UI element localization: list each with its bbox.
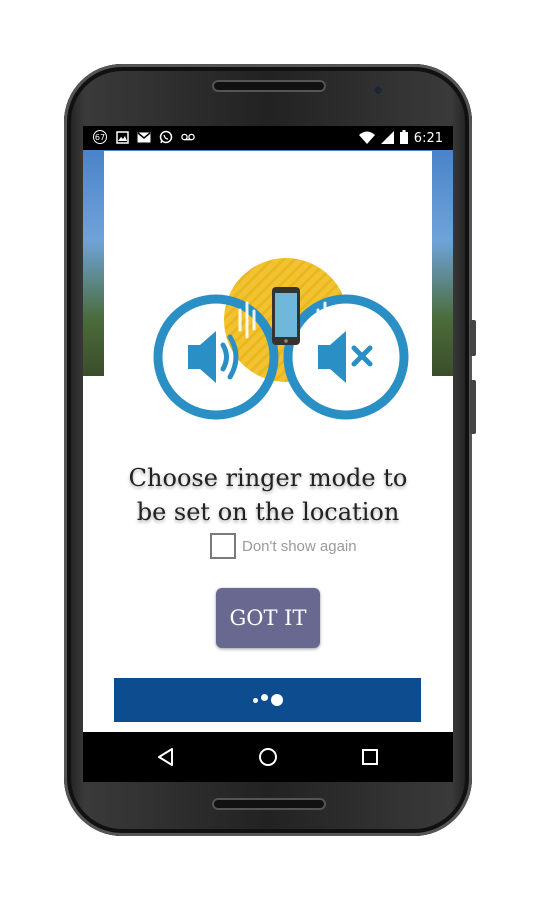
- battery-icon: [399, 130, 408, 147]
- loading-dot-large: [270, 694, 283, 706]
- ringer-mode-dialog: Choose ringer mode to be set on the loca…: [104, 151, 432, 732]
- wifi-icon: [358, 131, 375, 147]
- loading-bar: [114, 678, 421, 722]
- home-icon[interactable]: [257, 746, 279, 768]
- screen: 67 6:21 Choose ringer mode to be set on …: [83, 126, 453, 782]
- ringer-illustration: [153, 258, 409, 420]
- dialog-title-line-1: Choose ringer mode to: [128, 464, 408, 492]
- front-camera: [372, 84, 384, 96]
- status-time: 6:21: [413, 131, 443, 146]
- volume-button: [470, 320, 476, 356]
- back-icon[interactable]: [155, 746, 177, 768]
- whatsapp-icon: [159, 130, 173, 144]
- bottom-speaker: [212, 798, 326, 810]
- loading-dot-medium: [260, 693, 268, 701]
- dont-show-again-checkbox[interactable]: [210, 533, 236, 559]
- image-icon: [115, 130, 129, 144]
- recents-icon[interactable]: [359, 746, 381, 768]
- got-it-button[interactable]: GOT IT: [216, 588, 320, 648]
- dont-show-again-label: Don't show again: [242, 537, 357, 555]
- power-button: [470, 380, 476, 434]
- voicemail-icon: [181, 130, 195, 144]
- notification-count-icon: 67: [93, 130, 107, 144]
- dialog-title: Choose ringer mode to be set on the loca…: [104, 461, 432, 529]
- signal-icon: [380, 130, 394, 147]
- loading-dot-small: [252, 697, 258, 703]
- status-bar: 67 6:21: [83, 126, 453, 150]
- phone-vibrate-icon: [272, 287, 300, 345]
- dont-show-again-row[interactable]: Don't show again: [210, 533, 357, 559]
- gmail-icon: [137, 130, 151, 144]
- navigation-bar: [83, 732, 453, 782]
- top-speaker: [212, 80, 326, 92]
- dialog-title-line-2: be set on the location: [136, 498, 400, 526]
